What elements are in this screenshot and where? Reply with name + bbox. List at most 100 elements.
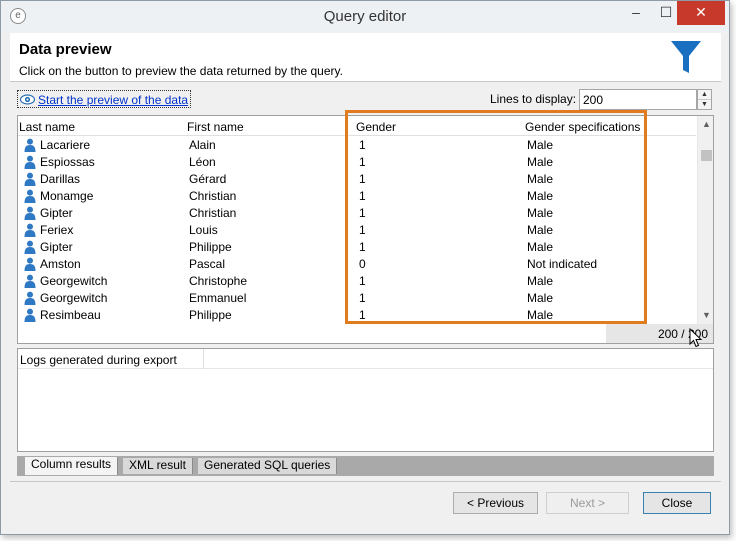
funnel-icon — [671, 41, 701, 73]
cell-gender: 1 — [359, 291, 366, 305]
table-row[interactable]: Gipter Christian 1 Male — [18, 205, 696, 222]
logs-header: Logs generated during export — [18, 349, 713, 369]
header-panel: Data preview Click on the button to prev… — [10, 33, 721, 82]
cell-first-name: Gérard — [189, 172, 227, 186]
cell-last-name: Gipter — [40, 240, 73, 254]
start-preview-label: Start the preview of the data — [38, 92, 189, 107]
cell-last-name: Georgewitch — [40, 274, 108, 288]
scroll-thumb[interactable] — [701, 150, 712, 161]
next-button[interactable]: Next > — [546, 492, 629, 514]
table-row[interactable]: Georgewitch Christophe 1 Male — [18, 273, 696, 290]
page-title: Data preview — [19, 41, 112, 58]
person-icon — [24, 138, 36, 152]
person-icon — [24, 240, 36, 254]
grid-header: Last name First name Gender Gender speci… — [18, 116, 696, 136]
cell-gender-specifications: Male — [527, 291, 554, 305]
table-row[interactable]: Espiossas Léon 1 Male — [18, 154, 696, 171]
logs-title: Logs generated during export — [20, 353, 177, 367]
table-row[interactable]: Monamge Christian 1 Male — [18, 188, 696, 205]
data-preview-grid[interactable]: Last name First name Gender Gender speci… — [17, 115, 714, 344]
logs-column-separator — [203, 349, 204, 369]
cell-first-name: Pascal — [189, 257, 226, 271]
cell-last-name: Gipter — [40, 206, 73, 220]
cell-gender-specifications: Male — [527, 308, 554, 322]
person-icon — [24, 206, 36, 220]
cell-gender-specifications: Male — [527, 138, 554, 152]
start-preview-link[interactable]: Start the preview of the data — [17, 90, 192, 108]
page-subtitle: Click on the button to preview the data … — [19, 64, 343, 78]
col-header-gender[interactable]: Gender — [356, 120, 396, 134]
cell-gender-specifications: Male — [527, 189, 554, 203]
cell-first-name: Philippe — [189, 308, 232, 322]
cell-first-name: Emmanuel — [189, 291, 247, 305]
table-row[interactable]: Resimbeau Philippe 1 Male — [18, 307, 696, 324]
grid-vertical-scrollbar[interactable]: ▲ ▼ — [697, 116, 713, 324]
cell-gender: 1 — [359, 223, 366, 237]
close-window-button[interactable]: ✕ — [677, 1, 725, 25]
cell-first-name: Christian — [189, 206, 237, 220]
eye-icon — [20, 94, 35, 105]
spinner-down-icon[interactable]: ▼ — [698, 100, 711, 110]
cell-first-name: Christophe — [189, 274, 248, 288]
cell-last-name: Amston — [40, 257, 81, 271]
close-button[interactable]: Close — [643, 492, 711, 514]
table-row[interactable]: Gipter Philippe 1 Male — [18, 239, 696, 256]
person-icon — [24, 291, 36, 305]
lines-to-display-input[interactable] — [579, 89, 697, 110]
table-row[interactable]: Georgewitch Emmanuel 1 Male — [18, 290, 696, 307]
result-tabs: Column results XML result Generated SQL … — [17, 456, 714, 476]
cell-gender: 1 — [359, 155, 366, 169]
col-header-gender-specifications[interactable]: Gender specifications — [525, 120, 640, 134]
cell-gender: 1 — [359, 172, 366, 186]
title-bar[interactable]: e Query editor – ☐ ✕ — [1, 1, 729, 32]
person-icon — [24, 172, 36, 186]
cell-first-name: Alain — [189, 138, 216, 152]
cell-gender-specifications: Male — [527, 206, 554, 220]
cell-first-name: Christian — [189, 189, 237, 203]
col-header-last-name[interactable]: Last name — [19, 120, 75, 134]
footer-divider — [10, 481, 721, 482]
cell-last-name: Monamge — [40, 189, 94, 203]
cell-gender-specifications: Not indicated — [527, 257, 598, 271]
cell-gender-specifications: Male — [527, 240, 554, 254]
cell-first-name: Louis — [189, 223, 218, 237]
cell-gender: 1 — [359, 206, 366, 220]
minimize-button[interactable]: – — [621, 1, 651, 25]
table-row[interactable]: Darillas Gérard 1 Male — [18, 171, 696, 188]
cell-gender: 1 — [359, 308, 366, 322]
tab-column-results[interactable]: Column results — [25, 457, 119, 475]
cell-last-name: Feriex — [40, 223, 74, 237]
cell-last-name: Espiossas — [40, 155, 95, 169]
spinner-up-icon[interactable]: ▲ — [698, 90, 711, 100]
logs-panel[interactable]: Logs generated during export — [17, 348, 714, 452]
table-row[interactable]: Feriex Louis 1 Male — [18, 222, 696, 239]
cell-gender-specifications: Male — [527, 172, 554, 186]
previous-button[interactable]: < Previous — [453, 492, 538, 514]
window-title: Query editor — [323, 8, 407, 25]
cell-gender-specifications: Male — [527, 274, 554, 288]
lines-spinner[interactable]: ▲ ▼ — [697, 89, 712, 110]
lines-to-display-label: Lines to display: — [490, 92, 577, 106]
cell-last-name: Lacariere — [40, 138, 91, 152]
cell-first-name: Léon — [189, 155, 216, 169]
cell-gender: 1 — [359, 240, 366, 254]
person-icon — [24, 257, 36, 271]
cell-last-name: Darillas — [40, 172, 81, 186]
tab-xml-result[interactable]: XML result — [123, 458, 193, 474]
person-icon — [24, 274, 36, 288]
person-icon — [24, 189, 36, 203]
person-icon — [24, 155, 36, 169]
query-editor-window: e Query editor – ☐ ✕ Data preview Click … — [0, 0, 730, 535]
scroll-down-icon[interactable]: ▼ — [698, 307, 713, 324]
col-header-first-name[interactable]: First name — [187, 120, 244, 134]
mouse-cursor-icon — [689, 328, 703, 348]
table-row[interactable]: Amston Pascal 0 Not indicated — [18, 256, 696, 273]
scroll-up-icon[interactable]: ▲ — [698, 116, 713, 133]
tab-generated-sql-queries[interactable]: Generated SQL queries — [198, 458, 338, 474]
person-icon — [24, 308, 36, 322]
cell-gender: 1 — [359, 189, 366, 203]
cell-gender: 0 — [359, 257, 366, 271]
person-icon — [24, 223, 36, 237]
cell-last-name: Resimbeau — [40, 308, 101, 322]
table-row[interactable]: Lacariere Alain 1 Male — [18, 137, 696, 154]
